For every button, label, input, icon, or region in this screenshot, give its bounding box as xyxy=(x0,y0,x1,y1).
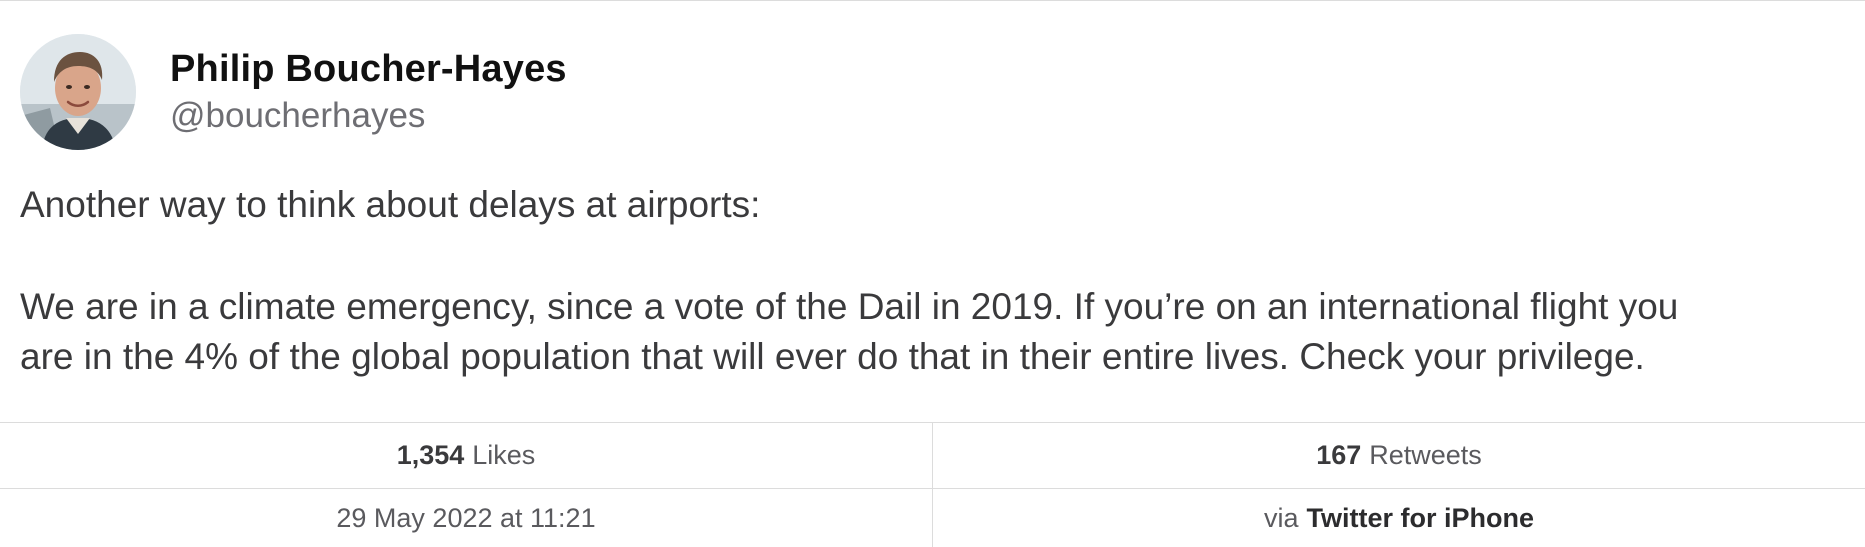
tweet-text-line: are in the 4% of the global population t… xyxy=(20,336,1645,377)
tweet-text-line: We are in a climate emergency, since a v… xyxy=(20,286,1679,327)
retweets-stat[interactable]: 167 Retweets xyxy=(933,423,1865,488)
profile-photo-icon xyxy=(20,34,136,150)
tweet-text-line: Another way to think about delays at air… xyxy=(20,184,761,225)
likes-count: 1,354 xyxy=(396,440,465,470)
top-divider xyxy=(0,0,1865,1)
author-handle[interactable]: @boucherhayes xyxy=(170,94,567,138)
client-name: Twitter for iPhone xyxy=(1306,502,1535,533)
timestamp: 29 May 2022 at 11:21 xyxy=(0,489,933,547)
retweets-count: 167 xyxy=(1316,440,1362,470)
tweet-header: Philip Boucher-Hayes @boucherhayes xyxy=(20,34,567,150)
author-names: Philip Boucher-Hayes @boucherhayes xyxy=(170,46,567,138)
likes-stat[interactable]: 1,354 Likes xyxy=(0,423,933,488)
author-display-name[interactable]: Philip Boucher-Hayes xyxy=(170,46,567,92)
timestamp-text: 29 May 2022 at 11:21 xyxy=(336,502,596,533)
source-client: via Twitter for iPhone xyxy=(933,489,1865,547)
engagement-row: 1,354 Likes 167 Retweets xyxy=(0,423,1865,489)
avatar[interactable] xyxy=(20,34,136,150)
meta-row: 29 May 2022 at 11:21 via Twitter for iPh… xyxy=(0,489,1865,547)
likes-label: Likes xyxy=(472,440,536,470)
retweets-label: Retweets xyxy=(1369,440,1482,470)
tweet-body: Another way to think about delays at air… xyxy=(20,180,1850,382)
via-label: via xyxy=(1263,502,1299,533)
tweet-stats: 1,354 Likes 167 Retweets 29 May 2022 at … xyxy=(0,422,1865,547)
